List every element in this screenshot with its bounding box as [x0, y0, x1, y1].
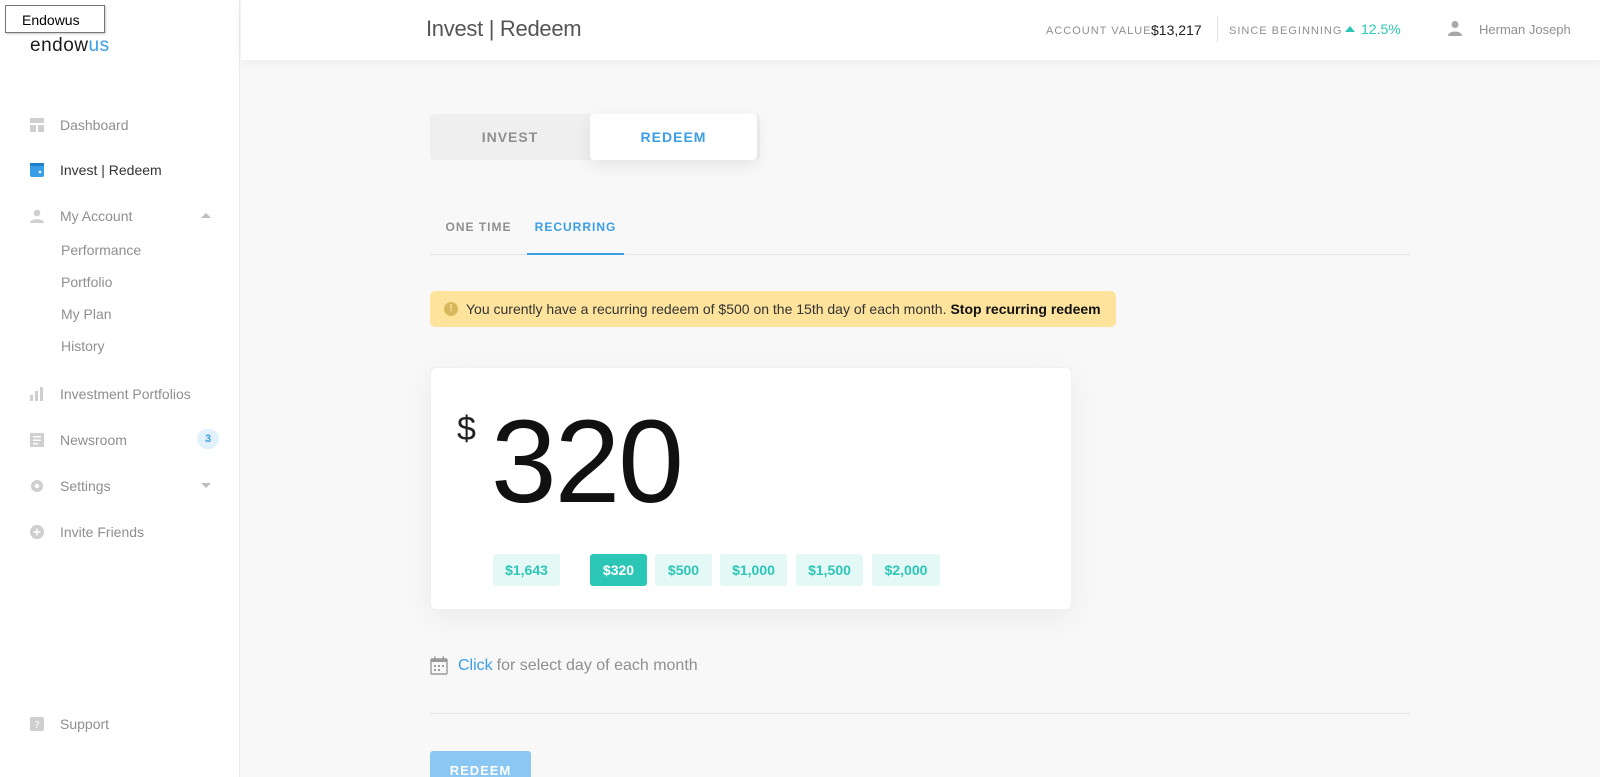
wallet-icon — [30, 163, 44, 177]
select-day-link[interactable]: Click — [458, 657, 493, 675]
sidebar-subitem-history[interactable]: History — [61, 338, 105, 354]
help-icon: ? — [30, 717, 44, 731]
recurring-alert: ! You curently have a recurring redeem o… — [430, 291, 1116, 327]
sidebar-item-label: Dashboard — [60, 117, 129, 133]
sidebar-item-label: Invite Friends — [60, 524, 145, 540]
amount-chip[interactable]: $1,643 — [493, 554, 560, 586]
gear-icon — [30, 479, 44, 493]
logo-main: endow — [30, 35, 89, 56]
sidebar-item-invite-friends[interactable]: Invite Friends — [30, 522, 144, 542]
user-name[interactable]: Herman Joseph — [1479, 22, 1571, 37]
calendar-icon — [430, 656, 448, 675]
schedule-row: Click for select day of each month — [430, 656, 698, 675]
sidebar-item-label: Newsroom — [60, 432, 127, 448]
amount-chip[interactable]: $1,000 — [720, 554, 787, 586]
sidebar: Endowus endowus Dashboard Invest | Redee… — [0, 0, 240, 777]
alert-message: You curently have a recurring redeem of … — [466, 301, 947, 317]
sidebar-item-label: Investment Portfolios — [60, 386, 191, 402]
person-icon — [30, 209, 44, 223]
logo[interactable]: endowus — [30, 35, 110, 57]
invest-toggle-button[interactable]: INVEST — [430, 114, 590, 160]
sidebar-item-invest-redeem[interactable]: Invest | Redeem — [30, 160, 162, 180]
sidebar-item-label: Settings — [60, 478, 111, 494]
sidebar-subitem-portfolio[interactable]: Portfolio — [61, 274, 112, 290]
tab-recurring[interactable]: RECURRING — [527, 210, 624, 255]
newspaper-icon — [30, 433, 44, 447]
tab-one-time[interactable]: ONE TIME — [430, 210, 527, 255]
info-icon: ! — [444, 302, 458, 316]
amount-card: $ 320 $1,643 $320 $500 $1,000 $1,500 $2,… — [430, 367, 1072, 610]
dashboard-icon — [30, 118, 44, 132]
chevron-up-icon[interactable] — [201, 213, 211, 218]
logo-accent: us — [88, 35, 110, 56]
sidebar-subitem-my-plan[interactable]: My Plan — [61, 306, 112, 322]
sidebar-item-settings[interactable]: Settings — [30, 476, 111, 496]
sidebar-item-label: Invest | Redeem — [60, 162, 162, 178]
svg-text:?: ? — [34, 720, 39, 731]
sidebar-item-dashboard[interactable]: Dashboard — [30, 115, 129, 135]
amount-chip[interactable]: $1,500 — [796, 554, 863, 586]
schedule-text: for select day of each month — [496, 656, 698, 674]
redeem-type-tabs: ONE TIME RECURRING — [430, 210, 1410, 255]
sidebar-item-label: Support — [60, 716, 110, 732]
stop-recurring-link[interactable]: Stop recurring redeem — [950, 301, 1100, 317]
up-arrow-icon — [1345, 26, 1355, 32]
account-value: $13,217 — [1151, 22, 1202, 38]
amount-chip[interactable]: $2,000 — [872, 554, 940, 586]
redeem-submit-button[interactable]: REDEEM — [430, 751, 531, 777]
redeem-toggle-button[interactable]: REDEEM — [590, 114, 757, 160]
amount-chip[interactable]: $500 — [655, 554, 712, 586]
amount-chip-selected[interactable]: $320 — [590, 554, 647, 586]
tooltip: Endowus — [5, 5, 105, 33]
amount-input[interactable]: 320 — [491, 397, 684, 528]
sidebar-item-my-account[interactable]: My Account — [30, 206, 132, 226]
since-beginning-value: 12.5% — [1345, 21, 1401, 37]
sidebar-item-label: My Account — [60, 208, 133, 224]
plus-circle-icon — [30, 525, 44, 539]
page-title: Invest | Redeem — [426, 16, 582, 41]
chevron-down-icon[interactable] — [201, 483, 211, 488]
bar-chart-icon — [30, 387, 44, 401]
header-divider — [1217, 16, 1218, 42]
sidebar-subitem-performance[interactable]: Performance — [61, 242, 141, 258]
invest-redeem-toggle: INVEST REDEEM — [430, 114, 760, 160]
account-value-label: ACCOUNT VALUE — [1046, 25, 1152, 37]
divider — [430, 713, 1410, 714]
sidebar-item-support[interactable]: ? Support — [30, 714, 109, 734]
gain-percent: 12.5% — [1361, 21, 1401, 37]
newsroom-badge: 3 — [197, 429, 219, 449]
sidebar-item-newsroom[interactable]: Newsroom — [30, 430, 127, 450]
main-content: INVEST REDEEM ONE TIME RECURRING ! You c… — [241, 60, 1600, 777]
user-icon[interactable] — [1447, 20, 1463, 36]
sidebar-item-investment-portfolios[interactable]: Investment Portfolios — [30, 384, 191, 404]
since-beginning-label: SINCE BEGINNING — [1229, 25, 1343, 37]
top-header: Invest | Redeem ACCOUNT VALUE $13,217 SI… — [241, 0, 1600, 60]
currency-symbol: $ — [457, 410, 476, 448]
